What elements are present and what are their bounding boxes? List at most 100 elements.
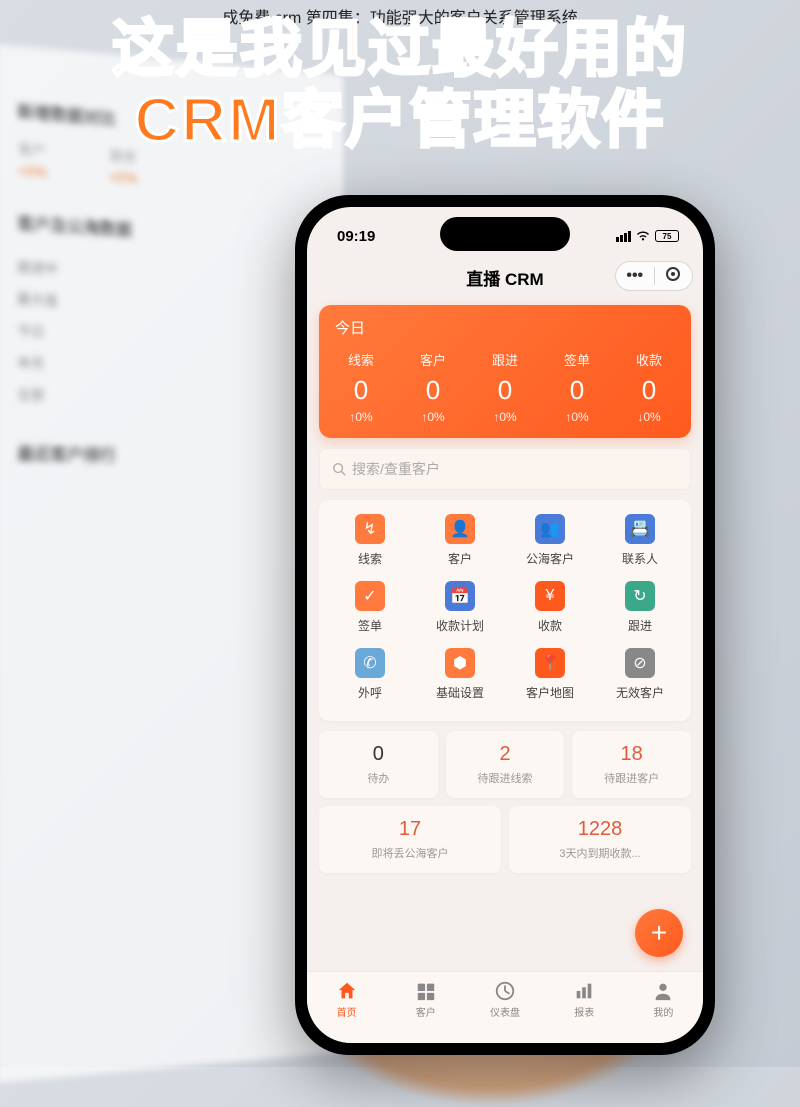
tab-label: 客户: [386, 1004, 465, 1019]
联系人-icon: 📇: [625, 514, 655, 544]
签单-icon: ✓: [355, 581, 385, 611]
线索-icon: ↯: [355, 514, 385, 544]
stat-delta: ↑0%: [397, 410, 469, 424]
tab-icon: [336, 980, 358, 1002]
kpi-label: 待跟进线索: [452, 770, 559, 786]
battery-icon: 75: [655, 230, 679, 242]
headline-line2: CRM客户管理软件: [0, 85, 800, 156]
kpi-3天内到期收款...[interactable]: 1228 3天内到期收款...: [509, 806, 691, 873]
grid-item-收款[interactable]: ¥ 收款: [505, 581, 595, 634]
app-title: 直播 CRM: [466, 265, 543, 290]
kpi-number: 18: [578, 743, 685, 766]
跟进-icon: ↻: [625, 581, 655, 611]
tab-仪表盘[interactable]: 仪表盘: [465, 972, 544, 1033]
grid-item-label: 客户: [415, 550, 505, 567]
tab-icon: [573, 980, 595, 1002]
grid-item-线索[interactable]: ↯ 线索: [325, 514, 415, 567]
capsule-close-icon[interactable]: [655, 267, 693, 286]
bg-section2-title: 客户及公海数据: [17, 209, 324, 251]
kpi-label: 3天内到期收款...: [515, 845, 685, 861]
stat-label: 线索: [325, 350, 397, 369]
grid-item-label: 客户地图: [505, 684, 595, 701]
feature-grid: ↯ 线索👤 客户👥 公海客户📇 联系人✓ 签单📅 收款计划¥ 收款↻ 跟: [319, 500, 691, 721]
收款计划-icon: 📅: [445, 581, 475, 611]
today-stat-线索[interactable]: 线索 0 ↑0%: [325, 350, 397, 424]
grid-item-跟进[interactable]: ↻ 跟进: [595, 581, 685, 634]
capsule-menu-icon[interactable]: •••: [616, 267, 654, 285]
stat-delta: ↑0%: [469, 410, 541, 424]
grid-item-客户[interactable]: 👤 客户: [415, 514, 505, 567]
grid-item-label: 公海客户: [505, 550, 595, 567]
tab-label: 仪表盘: [465, 1004, 544, 1019]
kpi-待跟进线索[interactable]: 2 待跟进线索: [446, 731, 565, 798]
grid-item-label: 无效客户: [595, 684, 685, 701]
iphone-notch: [440, 217, 570, 251]
tab-客户[interactable]: 客户: [386, 972, 465, 1033]
wifi-icon: [635, 230, 651, 242]
stat-value: 0: [469, 375, 541, 406]
kpi-number: 0: [325, 743, 432, 766]
bottom-tab-bar: 首页 客户 仪表盘 报表 我的: [307, 971, 703, 1043]
tab-我的[interactable]: 我的: [624, 972, 703, 1033]
grid-item-公海客户[interactable]: 👥 公海客户: [505, 514, 595, 567]
tab-label: 报表: [545, 1004, 624, 1019]
today-stat-收款[interactable]: 收款 0 ↓0%: [613, 350, 685, 424]
kpi-label: 待办: [325, 770, 432, 786]
stat-label: 跟进: [469, 350, 541, 369]
kpi-row-2: 17 即将丢公海客户1228 3天内到期收款...: [319, 806, 691, 873]
tab-label: 首页: [307, 1004, 386, 1019]
search-input[interactable]: 搜索/查重客户: [319, 448, 691, 490]
grid-item-客户地图[interactable]: 📍 客户地图: [505, 648, 595, 701]
today-stat-签单[interactable]: 签单 0 ↑0%: [541, 350, 613, 424]
收款-icon: ¥: [535, 581, 565, 611]
基础设置-icon: ⬢: [445, 648, 475, 678]
客户-icon: 👤: [445, 514, 475, 544]
bg-section3-title: 最近客户排行: [17, 440, 324, 470]
tab-icon: [494, 980, 516, 1002]
tab-icon: [652, 980, 674, 1002]
grid-item-label: 外呼: [325, 684, 415, 701]
stat-delta: ↓0%: [613, 410, 685, 424]
promo-headline: 这是我见过最好用的 CRM客户管理软件: [0, 14, 800, 157]
stat-delta: ↑0%: [541, 410, 613, 424]
add-fab-button[interactable]: +: [635, 909, 683, 957]
stat-value: 0: [397, 375, 469, 406]
grid-item-label: 收款: [505, 617, 595, 634]
today-stat-客户[interactable]: 客户 0 ↑0%: [397, 350, 469, 424]
kpi-number: 1228: [515, 818, 685, 841]
kpi-label: 待跟进客户: [578, 770, 685, 786]
无效客户-icon: ⊘: [625, 648, 655, 678]
grid-item-无效客户[interactable]: ⊘ 无效客户: [595, 648, 685, 701]
phone-screen: 09:19 75 直播 CRM ••• 今日 线索 0 ↑0%客户: [307, 207, 703, 1043]
grid-item-外呼[interactable]: ✆ 外呼: [325, 648, 415, 701]
kpi-即将丢公海客户[interactable]: 17 即将丢公海客户: [319, 806, 501, 873]
tab-icon: [415, 980, 437, 1002]
search-icon: [332, 462, 346, 476]
stat-value: 0: [325, 375, 397, 406]
grid-item-label: 基础设置: [415, 684, 505, 701]
stat-value: 0: [541, 375, 613, 406]
kpi-number: 17: [325, 818, 495, 841]
headline-line1: 这是我见过最好用的: [0, 14, 800, 85]
signal-icon: [616, 231, 631, 242]
miniprogram-header: 直播 CRM •••: [307, 255, 703, 299]
today-stat-跟进[interactable]: 跟进 0 ↑0%: [469, 350, 541, 424]
miniprogram-capsule[interactable]: •••: [615, 261, 693, 291]
kpi-待办[interactable]: 0 待办: [319, 731, 438, 798]
tab-报表[interactable]: 报表: [545, 972, 624, 1033]
stat-label: 签单: [541, 350, 613, 369]
grid-item-联系人[interactable]: 📇 联系人: [595, 514, 685, 567]
kpi-row-1: 0 待办2 待跟进线索18 待跟进客户: [319, 731, 691, 798]
phone-frame: 09:19 75 直播 CRM ••• 今日 线索 0 ↑0%客户: [295, 195, 715, 1055]
stat-label: 收款: [613, 350, 685, 369]
外呼-icon: ✆: [355, 648, 385, 678]
background-monitor: 新增数据对比 客户+0% 跟进+0% 客户及公海数据 跟进中 最大值 今日 本月…: [0, 44, 343, 1083]
grid-item-收款计划[interactable]: 📅 收款计划: [415, 581, 505, 634]
grid-item-签单[interactable]: ✓ 签单: [325, 581, 415, 634]
kpi-待跟进客户[interactable]: 18 待跟进客户: [572, 731, 691, 798]
grid-item-基础设置[interactable]: ⬢ 基础设置: [415, 648, 505, 701]
tab-首页[interactable]: 首页: [307, 972, 386, 1033]
grid-item-label: 签单: [325, 617, 415, 634]
today-summary-card[interactable]: 今日 线索 0 ↑0%客户 0 ↑0%跟进 0 ↑0%签单 0 ↑0%收款 0: [319, 305, 691, 438]
stat-delta: ↑0%: [325, 410, 397, 424]
